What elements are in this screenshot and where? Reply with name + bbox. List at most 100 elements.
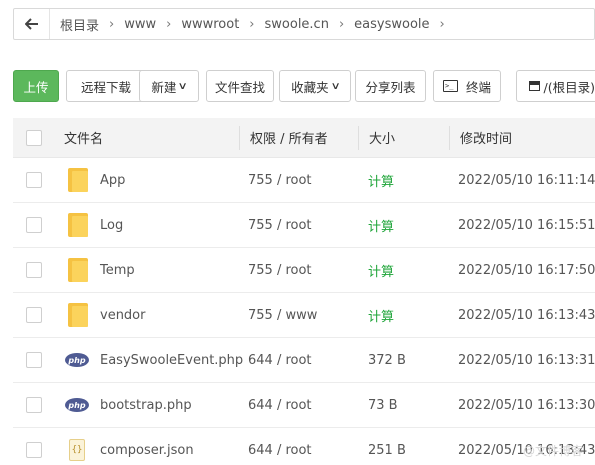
file-name[interactable]: Temp — [100, 248, 135, 292]
remote-download-label: 远程下载 — [80, 79, 131, 95]
row-checkbox[interactable] — [26, 352, 42, 368]
file-perm[interactable]: 755 / root — [248, 248, 312, 292]
table-row[interactable]: {} composer.json 644 / root 251 B 2022/0… — [13, 428, 595, 465]
drive-icon — [529, 81, 540, 91]
header-perm-owner[interactable]: 权限 / 所有者 — [250, 118, 328, 157]
file-name[interactable]: composer.json — [100, 428, 194, 465]
chevron-right-icon: › — [249, 16, 255, 32]
crumb-www[interactable]: www — [120, 17, 160, 32]
crumb-swoole-cn[interactable]: swoole.cn — [261, 17, 333, 32]
chevron-down-icon: ∨ — [177, 80, 189, 92]
file-mtime: 2022/05/10 16:17:50 — [458, 262, 595, 278]
row-checkbox[interactable] — [26, 442, 42, 458]
folder-icon — [68, 293, 88, 337]
row-checkbox-cell — [26, 428, 42, 465]
terminal-button[interactable]: >_ 终端 — [433, 70, 501, 102]
file-perm[interactable]: 644 / root — [248, 338, 312, 382]
column-divider — [449, 126, 450, 150]
file-size: 251 B — [368, 442, 406, 458]
table-row[interactable]: php EasySwooleEvent.php 644 / root 372 B… — [13, 338, 595, 383]
file-perm[interactable]: 644 / root — [248, 383, 312, 427]
file-search-button[interactable]: 文件查找 — [206, 70, 274, 102]
column-divider — [239, 126, 240, 150]
favorites-label: 收藏夹 — [291, 79, 329, 95]
header-name[interactable]: 文件名 — [64, 118, 103, 157]
header-mtime[interactable]: 修改时间 — [460, 118, 512, 157]
table-row[interactable]: App 755 / root 计算 2022/05/10 16:11:14 — [13, 158, 595, 203]
chevron-right-icon: › — [338, 16, 345, 32]
share-list-label: 分享列表 — [365, 79, 416, 95]
file-mtime: 2022/05/10 16:13:31 — [458, 352, 595, 368]
chevron-right-icon: › — [439, 16, 445, 32]
file-search-label: 文件查找 — [214, 79, 265, 95]
folder-icon — [68, 158, 88, 202]
file-table: 文件名 权限 / 所有者 大小 修改时间 App 755 / root 计算 2… — [13, 118, 595, 465]
row-checkbox-cell — [26, 383, 42, 427]
terminal-label: 终端 — [465, 79, 491, 95]
select-all-checkbox[interactable] — [26, 129, 42, 146]
row-checkbox-cell — [26, 293, 42, 337]
calc-size-link[interactable]: 计算 — [368, 293, 394, 337]
file-perm[interactable]: 755 / root — [248, 158, 312, 202]
file-mtime: 2022/05/10 16:13:30 — [458, 397, 595, 413]
remote-download-button[interactable]: 远程下载 — [66, 70, 146, 102]
path-bar: 根目录 › www › wwwroot › swoole.cn › easysw… — [13, 8, 595, 40]
chevron-right-icon: › — [166, 16, 172, 32]
favorites-dropdown-button[interactable]: 收藏夹 ∨ — [279, 70, 351, 102]
table-row[interactable]: vendor 755 / www 计算 2022/05/10 16:13:43 — [13, 293, 595, 338]
table-row[interactable]: Temp 755 / root 计算 2022/05/10 16:17:50 — [13, 248, 595, 293]
crumb-root[interactable]: 根目录 — [56, 15, 103, 34]
toolbar: 上传 远程下载 新建 ∨ 文件查找 收藏夹 ∨ 分享列表 >_ 终端 /(根目录) — [13, 70, 595, 102]
row-checkbox-cell — [26, 248, 42, 292]
table-header: 文件名 权限 / 所有者 大小 修改时间 — [13, 118, 595, 158]
row-checkbox[interactable] — [26, 217, 42, 233]
folder-icon — [68, 248, 88, 292]
header-size[interactable]: 大小 — [369, 118, 395, 157]
upload-button[interactable]: 上传 — [13, 70, 59, 102]
table-row[interactable]: Log 755 / root 计算 2022/05/10 16:15:51 — [13, 203, 595, 248]
upload-label: 上传 — [23, 79, 49, 95]
file-name[interactable]: Log — [100, 203, 123, 247]
new-label: 新建 — [151, 79, 177, 95]
row-checkbox[interactable] — [26, 262, 42, 278]
file-size: 372 B — [368, 352, 406, 368]
chevron-down-icon: ∨ — [330, 80, 341, 92]
file-name[interactable]: App — [100, 158, 125, 202]
file-name[interactable]: vendor — [100, 293, 145, 337]
new-dropdown-button[interactable]: 新建 ∨ — [139, 70, 199, 102]
file-name[interactable]: EasySwooleEvent.php — [100, 338, 243, 382]
json-file-icon: {} — [69, 428, 85, 465]
file-mtime: 2022/05/10 16:15:51 — [458, 217, 595, 233]
row-checkbox-cell — [26, 203, 42, 247]
file-name[interactable]: bootstrap.php — [100, 383, 192, 427]
file-size: 73 B — [368, 397, 398, 413]
row-checkbox-cell — [26, 338, 42, 382]
column-divider — [358, 126, 359, 150]
calc-size-link[interactable]: 计算 — [368, 248, 394, 292]
chevron-right-icon: › — [109, 16, 115, 32]
root-dir-button[interactable]: /(根目录) — [516, 70, 595, 102]
select-all-cell — [26, 118, 42, 157]
arrow-left-icon — [24, 18, 38, 30]
file-mtime: 2022/05/10 16:13:43 — [458, 307, 595, 323]
row-checkbox[interactable] — [26, 397, 42, 413]
crumb-wwwroot[interactable]: wwwroot — [177, 17, 243, 32]
table-row[interactable]: php bootstrap.php 644 / root 73 B 2022/0… — [13, 383, 595, 428]
terminal-icon: >_ — [442, 80, 458, 92]
back-button[interactable] — [14, 9, 50, 39]
watermark: @文件博客 — [522, 444, 583, 458]
file-perm[interactable]: 755 / www — [248, 293, 317, 337]
folder-icon — [68, 203, 88, 247]
row-checkbox[interactable] — [26, 172, 42, 188]
file-perm[interactable]: 644 / root — [248, 428, 312, 465]
php-file-icon: php — [65, 383, 89, 427]
row-checkbox-cell — [26, 158, 42, 202]
calc-size-link[interactable]: 计算 — [368, 158, 394, 202]
breadcrumb: 根目录 › www › wwwroot › swoole.cn › easysw… — [50, 15, 451, 34]
file-perm[interactable]: 755 / root — [248, 203, 312, 247]
row-checkbox[interactable] — [26, 307, 42, 323]
calc-size-link[interactable]: 计算 — [368, 203, 394, 247]
share-list-button[interactable]: 分享列表 — [355, 70, 426, 102]
php-file-icon: php — [65, 338, 89, 382]
crumb-easyswoole[interactable]: easyswoole — [350, 17, 433, 32]
